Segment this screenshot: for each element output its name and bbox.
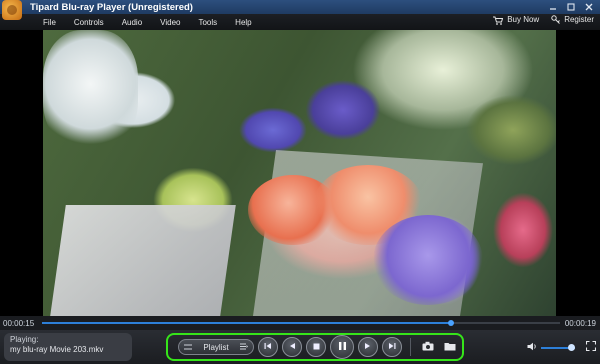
app-logo-icon[interactable] — [2, 0, 22, 20]
rewind-icon — [288, 341, 296, 353]
fast-forward-icon — [364, 341, 372, 353]
fullscreen-button[interactable] — [585, 340, 597, 354]
video-area[interactable] — [0, 30, 600, 316]
rewind-button[interactable] — [282, 337, 302, 357]
menu-controls[interactable]: Controls — [65, 18, 113, 27]
playlist-grip-icon — [184, 343, 192, 352]
open-folder-button[interactable] — [441, 339, 459, 355]
total-time: 00:00:19 — [564, 319, 596, 328]
menu-help[interactable]: Help — [226, 18, 260, 27]
hydrangea-white — [43, 30, 138, 150]
menu-bar: File Controls Audio Video Tools Help Buy… — [0, 14, 600, 30]
menu-audio[interactable]: Audio — [113, 18, 151, 27]
previous-chapter-icon — [264, 341, 272, 353]
camera-icon — [422, 341, 434, 354]
menu-tools[interactable]: Tools — [189, 18, 226, 27]
previous-chapter-button[interactable] — [258, 337, 278, 357]
playlist-label: Playlist — [203, 342, 229, 352]
volume-slider[interactable] — [541, 344, 575, 351]
snapshot-button[interactable] — [419, 339, 437, 355]
playlist-button[interactable]: Playlist — [178, 339, 254, 355]
stop-button[interactable] — [306, 337, 326, 357]
playback-controls: Playlist — [166, 333, 464, 361]
folder-icon — [444, 341, 456, 354]
divider — [410, 338, 411, 356]
video-frame-image — [43, 30, 556, 316]
cart-icon — [493, 16, 504, 25]
seek-fill — [42, 322, 452, 324]
playlist-list-icon — [240, 343, 248, 352]
next-chapter-button[interactable] — [382, 337, 402, 357]
pause-button[interactable] — [330, 335, 354, 359]
volume-handle[interactable] — [568, 344, 575, 351]
seek-handle[interactable] — [448, 320, 455, 326]
next-chapter-icon — [388, 341, 396, 353]
now-playing-label: Playing: — [10, 335, 39, 344]
menu-file[interactable]: File — [34, 18, 65, 27]
seek-bar[interactable]: 00:00:15 00:00:19 — [0, 316, 600, 330]
buy-now-label: Buy Now — [507, 15, 540, 24]
minimize-icon[interactable] — [546, 1, 560, 12]
fullscreen-icon — [585, 340, 597, 354]
now-playing-panel: Playing: my blu-ray Movie 203.mkv — [4, 333, 132, 361]
title-bar: Tipard Blu-ray Player (Unregistered) — [0, 0, 600, 20]
hydrangea-purple — [373, 215, 483, 305]
menu-video[interactable]: Video — [151, 18, 189, 27]
window-title: Tipard Blu-ray Player (Unregistered) — [30, 1, 193, 13]
fast-forward-button[interactable] — [358, 337, 378, 357]
seek-track[interactable] — [42, 320, 560, 326]
pause-icon — [338, 341, 347, 354]
register-label: Register — [564, 15, 594, 24]
speaker-icon[interactable] — [527, 342, 537, 354]
volume-control — [527, 342, 575, 354]
key-icon — [551, 15, 561, 24]
bouquet-wrap-left — [50, 205, 236, 316]
close-icon[interactable] — [582, 1, 596, 12]
stop-icon — [313, 341, 320, 353]
buy-now-link[interactable]: Buy Now — [493, 15, 540, 25]
maximize-icon[interactable] — [564, 1, 578, 12]
control-bar: Playing: my blu-ray Movie 203.mkv Playli… — [0, 330, 600, 364]
current-time: 00:00:15 — [3, 319, 35, 328]
register-link[interactable]: Register — [551, 15, 594, 24]
now-playing-file: my blu-ray Movie 203.mkv — [10, 345, 104, 354]
